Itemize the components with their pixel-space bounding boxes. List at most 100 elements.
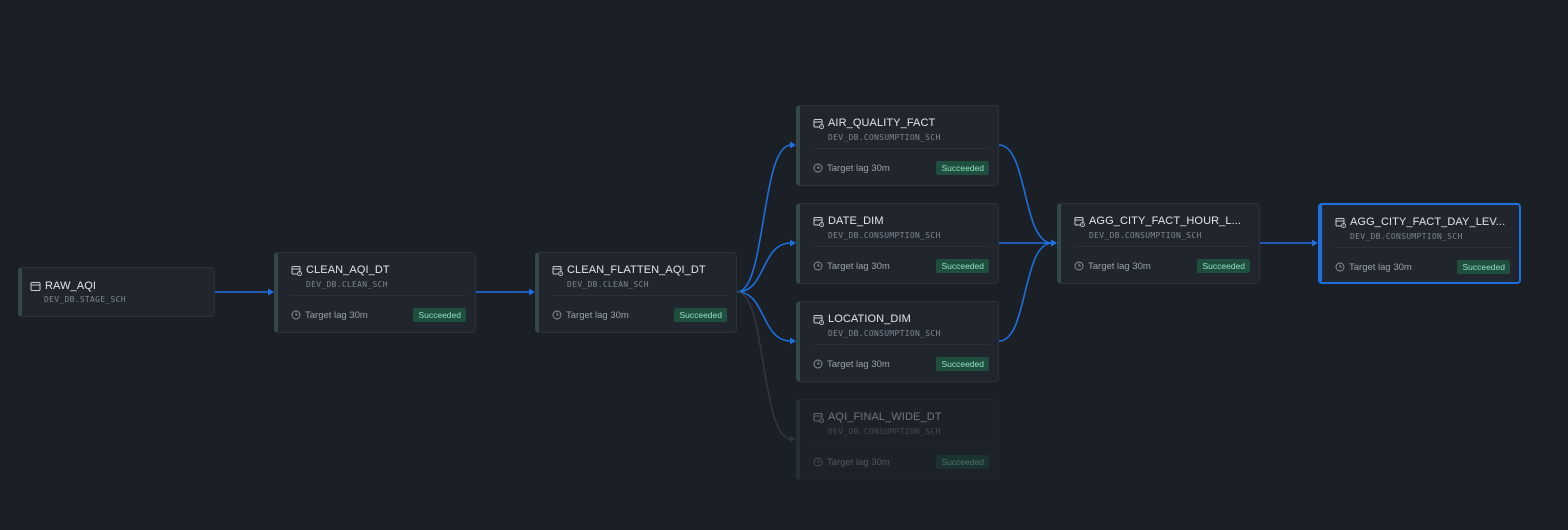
clock-icon [1335,262,1345,272]
node-footer: Target lag 30m Succeeded [552,308,727,322]
lineage-graph-canvas[interactable]: RAW_AQI DEV_DB.STAGE_SCH CLEAN_AQI_DT DEV_D… [0,0,1568,530]
lineage-node-air-quality-fact[interactable]: AIR_QUALITY_FACT DEV_DB.CONSUMPTION_SCH Ta… [796,105,999,186]
target-lag: Target lag 30m [813,359,890,370]
status-badge: Succeeded [413,308,466,322]
node-name: CLEAN_AQI_DT [306,264,390,276]
lineage-edge-clean-flatten-aqi-dt-to-aqi-final-wide-dt [736,291,792,440]
lineage-node-agg-city-fact-hour[interactable]: AGG_CITY_FACT_HOUR_L... DEV_DB.CONSUMPTIO… [1057,203,1260,284]
node-name: RAW_AQI [45,280,97,292]
target-lag: Target lag 30m [813,457,890,468]
target-lag: Target lag 30m [1335,262,1412,273]
lineage-node-raw-aqi[interactable]: RAW_AQI DEV_DB.STAGE_SCH [18,267,215,317]
node-schema: DEV_DB.CLEAN_SCH [567,280,649,289]
lineage-node-agg-city-fact-day[interactable]: AGG_CITY_FACT_DAY_LEV... DEV_DB.CONSUMPTI… [1318,203,1521,284]
target-lag: Target lag 30m [552,310,629,321]
dynamic-table-icon [552,265,563,276]
node-schema: DEV_DB.CONSUMPTION_SCH [1089,231,1202,240]
clock-icon [813,457,823,467]
status-badge: Succeeded [936,259,989,273]
target-lag-text: Target lag 30m [827,456,890,468]
node-header: LOCATION_DIM [813,313,911,325]
node-divider [1335,247,1511,248]
node-schema: DEV_DB.CONSUMPTION_SCH [828,329,941,338]
lineage-node-location-dim[interactable]: LOCATION_DIM DEV_DB.CONSUMPTION_SCH Target… [796,301,999,382]
target-lag-text: Target lag 30m [566,309,629,321]
node-name: AGG_CITY_FACT_HOUR_L... [1089,215,1242,227]
node-divider [813,442,990,443]
lineage-node-aqi-final-wide-dt[interactable]: AQI_FINAL_WIDE_DT DEV_DB.CONSUMPTION_SCH T… [796,399,999,480]
target-lag: Target lag 30m [291,310,368,321]
dynamic-table-icon [813,118,824,129]
node-header: AGG_CITY_FACT_HOUR_L... [1074,215,1241,227]
node-name: AGG_CITY_FACT_DAY_LEV... [1350,216,1506,228]
clock-icon [291,310,301,320]
target-lag: Target lag 30m [813,261,890,272]
target-lag: Target lag 30m [813,163,890,174]
lineage-edge-air-quality-fact-to-agg-city-fact-hour [998,144,1053,244]
node-header: CLEAN_AQI_DT [291,264,390,276]
node-schema: DEV_DB.CLEAN_SCH [306,280,388,289]
clock-icon [813,359,823,369]
node-name: AIR_QUALITY_FACT [828,117,936,129]
node-divider [813,246,990,247]
clock-icon [813,163,823,173]
node-header: AQI_FINAL_WIDE_DT [813,411,942,423]
dynamic-table-icon [1335,217,1346,228]
node-header: RAW_AQI [30,280,96,292]
node-header: DATE_DIM [813,215,884,227]
target-lag-text: Target lag 30m [1088,260,1151,272]
target-lag: Target lag 30m [1074,261,1151,272]
dynamic-table-icon [813,314,824,325]
status-badge: Succeeded [936,455,989,469]
node-footer: Target lag 30m Succeeded [1074,259,1250,273]
target-lag-text: Target lag 30m [827,260,890,272]
node-footer: Target lag 30m Succeeded [813,259,989,273]
clock-icon [1074,261,1084,271]
lineage-edge-clean-flatten-aqi-dt-to-date-dim [736,242,792,293]
node-schema: DEV_DB.CONSUMPTION_SCH [828,427,941,436]
target-lag-text: Target lag 30m [305,309,368,321]
node-schema: DEV_DB.CONSUMPTION_SCH [828,133,941,142]
node-name: AQI_FINAL_WIDE_DT [828,411,942,423]
clock-icon [552,310,562,320]
node-divider [552,295,728,296]
node-footer: Target lag 30m Succeeded [291,308,466,322]
lineage-node-clean-aqi-dt[interactable]: CLEAN_AQI_DT DEV_DB.CLEAN_SCH Target lag 3… [274,252,476,333]
node-footer: Target lag 30m Succeeded [813,161,989,175]
node-header: AGG_CITY_FACT_DAY_LEV... [1335,216,1505,228]
dynamic-table-icon [291,265,302,276]
node-header: AIR_QUALITY_FACT [813,117,935,129]
lineage-edge-clean-flatten-aqi-dt-to-air-quality-fact [736,144,792,293]
dynamic-table-icon [813,412,824,423]
target-lag-text: Target lag 30m [827,358,890,370]
target-lag-text: Target lag 30m [1349,261,1412,273]
node-footer: Target lag 30m Succeeded [813,455,989,469]
node-divider [813,344,990,345]
node-header: CLEAN_FLATTEN_AQI_DT [552,264,706,276]
dynamic-table-icon [1074,216,1085,227]
target-lag-text: Target lag 30m [827,162,890,174]
clock-icon [813,261,823,271]
node-schema: DEV_DB.CONSUMPTION_SCH [828,231,941,240]
node-name: LOCATION_DIM [828,313,911,325]
table-icon [30,281,41,292]
lineage-node-clean-flatten-aqi-dt[interactable]: CLEAN_FLATTEN_AQI_DT DEV_DB.CLEAN_SCH Targ… [535,252,737,333]
lineage-edge-clean-flatten-aqi-dt-to-location-dim [736,291,792,342]
node-footer: Target lag 30m Succeeded [813,357,989,371]
node-name: DATE_DIM [828,215,884,227]
node-divider [291,295,467,296]
status-badge: Succeeded [1457,260,1510,274]
node-schema: DEV_DB.CONSUMPTION_SCH [1350,232,1463,241]
status-badge: Succeeded [936,161,989,175]
lineage-edge-location-dim-to-agg-city-fact-hour [998,242,1053,342]
lineage-node-date-dim[interactable]: DATE_DIM DEV_DB.CONSUMPTION_SCH Target lag… [796,203,999,284]
node-name: CLEAN_FLATTEN_AQI_DT [567,264,706,276]
node-footer: Target lag 30m Succeeded [1335,260,1510,274]
status-badge: Succeeded [674,308,727,322]
dynamic-table-icon [813,216,824,227]
node-divider [813,148,990,149]
node-schema: DEV_DB.STAGE_SCH [44,295,126,304]
status-badge: Succeeded [1197,259,1250,273]
node-divider [1074,246,1251,247]
status-badge: Succeeded [936,357,989,371]
